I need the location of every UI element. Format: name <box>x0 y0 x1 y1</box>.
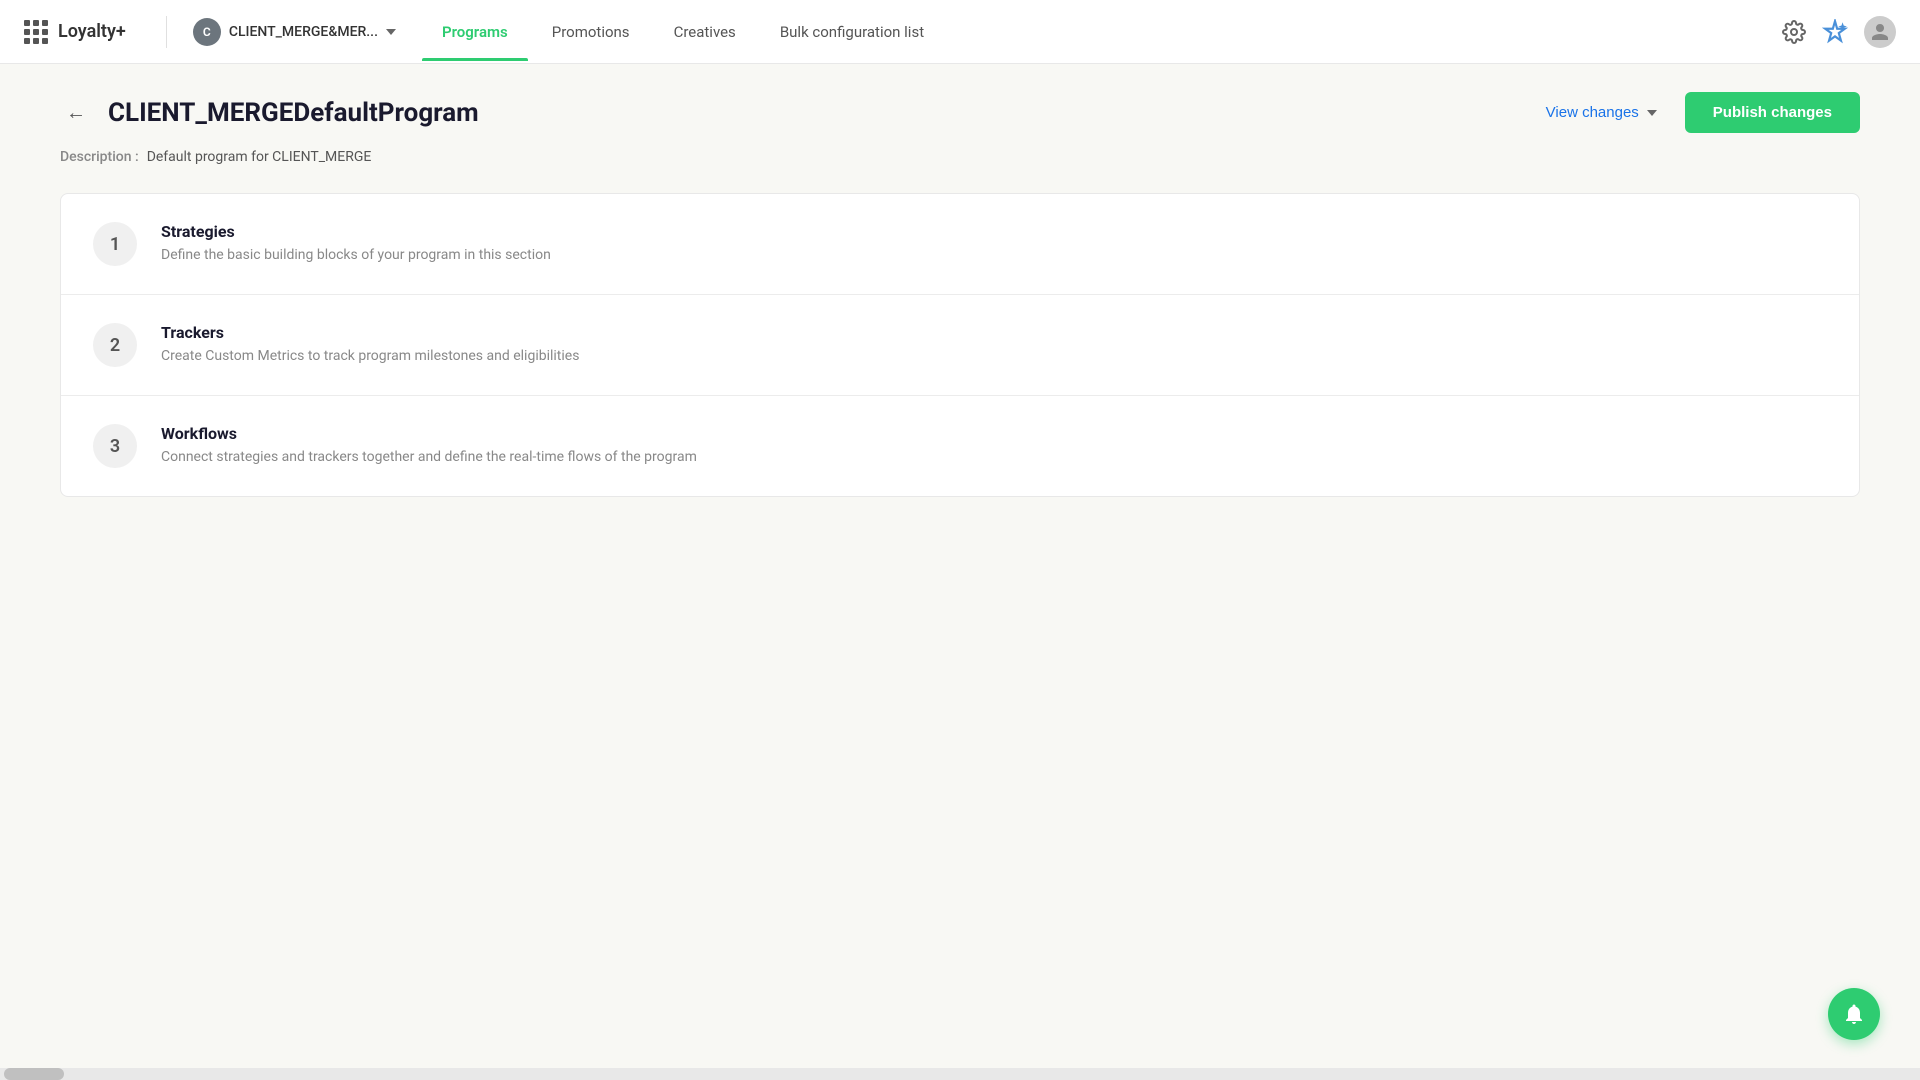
nav-link-bulk-config[interactable]: Bulk configuration list <box>760 15 944 49</box>
horizontal-scrollbar[interactable] <box>0 1068 1920 1080</box>
nav-links: Programs Promotions Creatives Bulk confi… <box>422 15 1782 49</box>
nav-link-programs[interactable]: Programs <box>422 15 528 49</box>
user-avatar[interactable] <box>1864 16 1896 48</box>
chevron-down-icon <box>386 29 396 35</box>
section-item-workflows[interactable]: 3 Workflows Connect strategies and track… <box>61 396 1859 496</box>
app-logo: Loyalty+ <box>58 21 126 42</box>
section-info-2: Trackers Create Custom Metrics to track … <box>161 323 1827 364</box>
view-changes-chevron <box>1647 110 1657 116</box>
description-value: Default program for CLIENT_MERGE <box>147 149 372 165</box>
section-desc-3: Connect strategies and trackers together… <box>161 449 1827 465</box>
section-number-1: 1 <box>93 222 137 266</box>
section-info-1: Strategies Define the basic building blo… <box>161 222 1827 263</box>
section-desc-1: Define the basic building blocks of your… <box>161 247 1827 263</box>
publish-changes-button[interactable]: Publish changes <box>1685 92 1860 133</box>
page-header: ← CLIENT_MERGEDefaultProgram View change… <box>60 64 1860 149</box>
scrollbar-thumb[interactable] <box>4 1068 64 1080</box>
nav-divider <box>166 16 167 48</box>
settings-icon[interactable] <box>1782 20 1806 44</box>
section-number-2: 2 <box>93 323 137 367</box>
section-item-trackers[interactable]: 2 Trackers Create Custom Metrics to trac… <box>61 295 1859 396</box>
page-header-left: ← CLIENT_MERGEDefaultProgram <box>60 97 479 129</box>
client-name: CLIENT_MERGE&MER... <box>229 24 378 40</box>
sections-list: 1 Strategies Define the basic building b… <box>60 193 1860 497</box>
nav-link-creatives[interactable]: Creatives <box>654 15 756 49</box>
page-content: ← CLIENT_MERGEDefaultProgram View change… <box>0 64 1920 1080</box>
client-selector[interactable]: C CLIENT_MERGE&MER... <box>183 12 406 52</box>
back-arrow-icon: ← <box>66 100 86 125</box>
sparkle-icon[interactable] <box>1822 19 1848 45</box>
description-row: Description : Default program for CLIENT… <box>60 149 1860 193</box>
nav-link-promotions[interactable]: Promotions <box>532 15 650 49</box>
client-avatar: C <box>193 18 221 46</box>
bell-icon <box>1842 1002 1866 1026</box>
description-label: Description : <box>60 149 139 165</box>
page-title: CLIENT_MERGEDefaultProgram <box>108 98 479 128</box>
view-changes-button[interactable]: View changes <box>1534 96 1669 129</box>
view-changes-label: View changes <box>1546 104 1639 121</box>
navbar-right <box>1782 16 1896 48</box>
page-header-right: View changes Publish changes <box>1534 92 1860 133</box>
section-title-2: Trackers <box>161 323 1827 342</box>
top-navbar: Loyalty+ C CLIENT_MERGE&MER... Programs … <box>0 0 1920 64</box>
section-desc-2: Create Custom Metrics to track program m… <box>161 348 1827 364</box>
section-item-strategies[interactable]: 1 Strategies Define the basic building b… <box>61 194 1859 295</box>
logo-area[interactable]: Loyalty+ <box>24 20 126 44</box>
section-number-3: 3 <box>93 424 137 468</box>
section-info-3: Workflows Connect strategies and tracker… <box>161 424 1827 465</box>
notification-bell[interactable] <box>1828 988 1880 1040</box>
section-title-3: Workflows <box>161 424 1827 443</box>
apps-icon[interactable] <box>24 20 48 44</box>
section-title-1: Strategies <box>161 222 1827 241</box>
back-button[interactable]: ← <box>60 97 92 129</box>
